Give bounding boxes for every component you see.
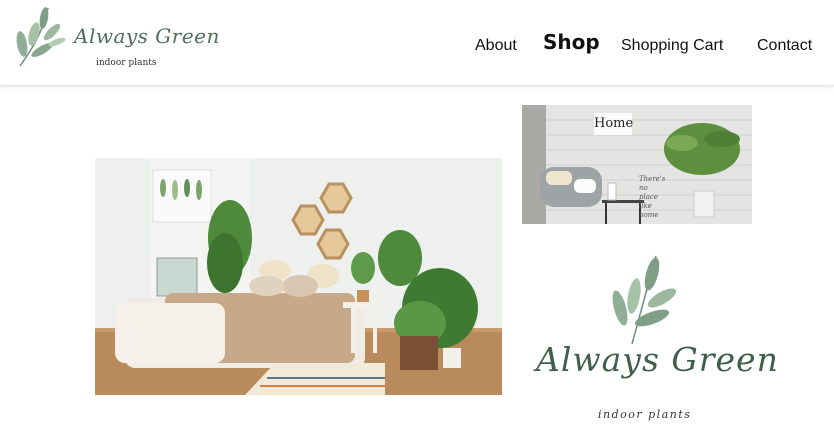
nav-contact[interactable]: Contact (757, 37, 812, 55)
nav-shopping-cart[interactable]: Shopping Cart (621, 37, 723, 55)
main-nav: About Shop Shopping Cart Contact (0, 0, 834, 86)
brand-name-large: Always Green (536, 340, 779, 379)
brand-logo-large: Always Green indoor plants (520, 252, 778, 432)
bedroom-photo (95, 158, 502, 395)
wall-quote: There's no place like home (639, 175, 666, 219)
leaf-branch-icon (612, 255, 677, 345)
site-header: Always Green indoor plants About Shop Sh… (0, 0, 834, 86)
living-room-photo: Home There's no place like home (522, 105, 752, 224)
nav-about[interactable]: About (475, 37, 517, 55)
nav-shop[interactable]: Shop (543, 30, 600, 54)
brand-tagline-large: indoor plants (598, 408, 692, 421)
home-sign: Home (594, 113, 633, 135)
